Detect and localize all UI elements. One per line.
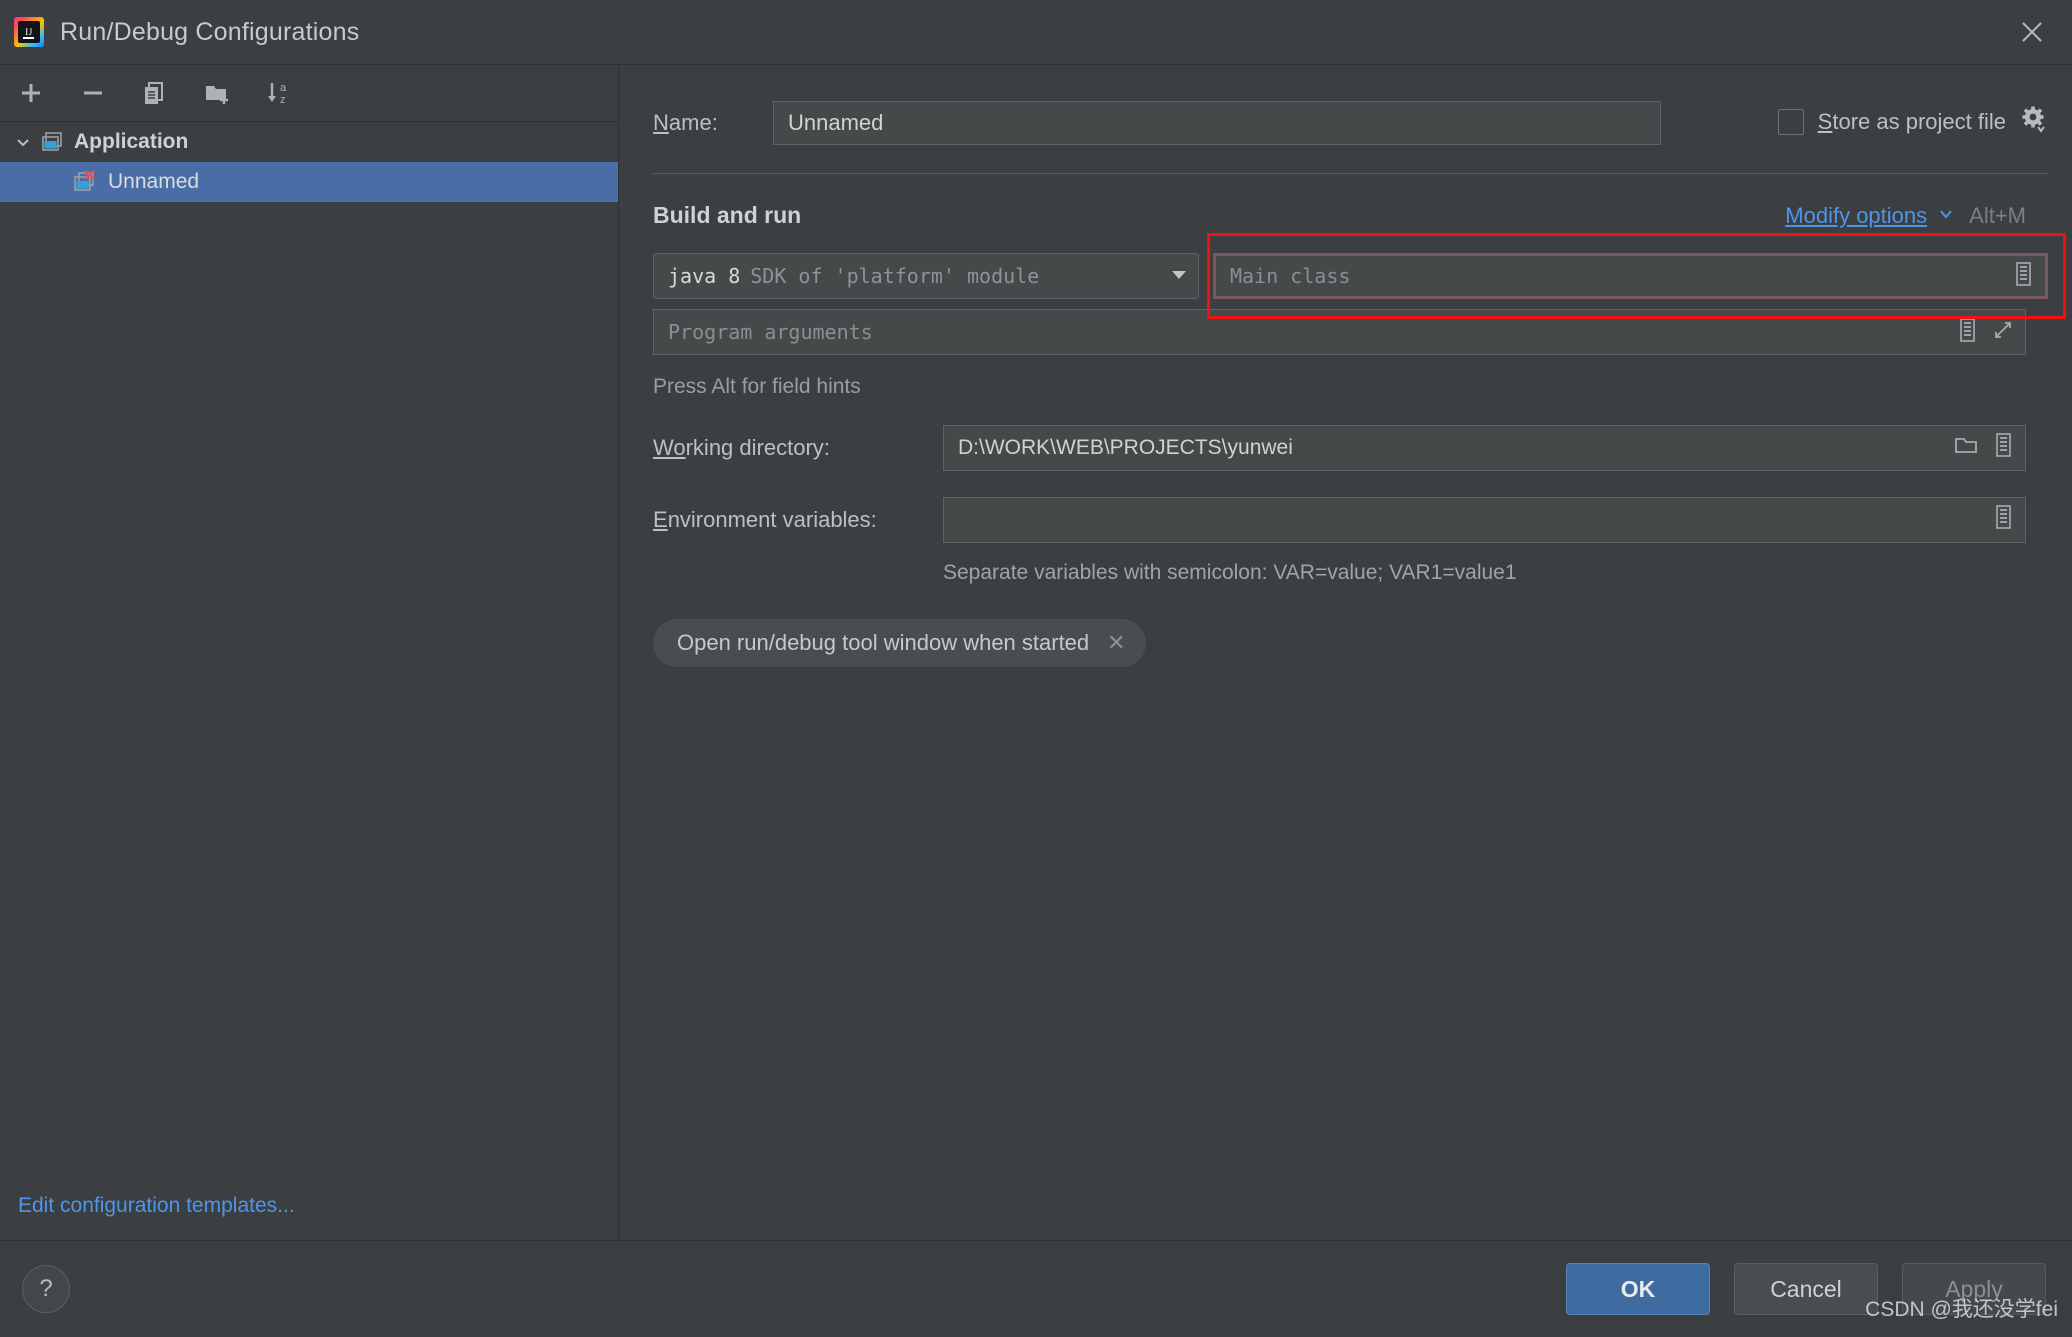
environment-variables-row: Environment variables: [653,497,2026,543]
minus-icon[interactable] [76,76,110,110]
environment-variables-input[interactable] [943,497,2026,543]
modify-options-shortcut: Alt+M [1969,202,2026,228]
ok-button[interactable]: OK [1566,1263,1710,1315]
program-arguments-input[interactable]: Program arguments [653,309,2026,355]
store-as-project-file-label[interactable]: Store as project file [1818,109,2006,135]
dialog-title: Run/Debug Configurations [60,17,360,46]
svg-text:z: z [280,94,286,106]
close-icon[interactable] [2006,6,2058,58]
svg-text:a: a [280,82,287,94]
modify-options-link[interactable]: Modify options [1785,203,1955,229]
section-title: Build and run [653,202,802,228]
cancel-button[interactable]: Cancel [1734,1263,1878,1315]
configuration-error-icon [72,169,98,195]
copy-icon[interactable] [138,76,172,110]
working-directory-row: Working directory: D:\WORK\WEB\PROJECTS\… [653,425,2026,471]
configurations-tree: Application Unnamed [0,122,618,202]
chevron-down-icon[interactable] [10,129,36,155]
field-hint-text: Press Alt for field hints [653,375,861,398]
environment-variables-hint: Separate variables with semicolon: VAR=v… [943,561,1517,584]
working-directory-input[interactable]: D:\WORK\WEB\PROJECTS\yunwei [943,425,2026,471]
form-divider [653,173,2048,174]
folder-icon[interactable] [1953,433,1979,463]
plus-icon[interactable] [14,76,48,110]
title-bar: IJ Run/Debug Configurations [0,0,2072,65]
working-directory-value: D:\WORK\WEB\PROJECTS\yunwei [958,436,1293,459]
dialog-body: a z Application Unnamed Edit configurati… [0,65,2072,1241]
list-icon[interactable] [1991,504,2015,536]
build-and-run-header: Build and run Modify options Alt+M [653,202,2048,229]
help-button[interactable]: ? [22,1265,70,1313]
tree-item-label: Unnamed [108,170,200,193]
apply-button[interactable]: Apply [1902,1263,2046,1315]
main-class-input[interactable]: Main class [1213,253,2048,299]
sdk-combo-sub: SDK of 'platform' module [750,264,1040,288]
program-arguments-row: Program arguments [653,309,2026,355]
list-icon[interactable] [1955,317,1979,348]
configuration-form: Name: Unnamed Store as project file Buil… [619,65,2072,1240]
tree-group-application[interactable]: Application [0,122,618,162]
dialog-footer: ? OK Cancel Apply CSDN @我还没学fei [0,1241,2072,1337]
gear-dropdown-icon[interactable] [2020,105,2048,139]
run-debug-configurations-dialog: IJ Run/Debug Configurations a z Applicat… [0,0,2072,1337]
chevron-down-icon [1168,263,1190,290]
configurations-toolbar: a z [0,65,618,122]
expand-icon[interactable] [1991,318,2015,347]
main-class-placeholder: Main class [1230,264,1351,288]
sdk-combo[interactable]: java 8 SDK of 'platform' module [653,253,1199,299]
main-class-wrapper: Main class [1207,233,2066,319]
program-arguments-placeholder: Program arguments [668,320,873,344]
sort-az-icon[interactable]: a z [262,76,296,110]
store-as-project-file-checkbox[interactable] [1777,109,1804,135]
tree-item-unnamed[interactable]: Unnamed [0,162,618,202]
folder-add-icon[interactable] [200,76,234,110]
sdk-combo-main: java 8 [668,264,741,288]
chevron-down-icon [1937,203,1955,229]
open-tool-window-chip[interactable]: Open run/debug tool window when started … [653,619,1146,667]
name-input[interactable]: Unnamed [773,101,1661,145]
edit-configuration-templates-link[interactable]: Edit configuration templates... [18,1194,295,1218]
tree-group-label: Application [74,130,189,153]
list-icon[interactable] [1991,432,2015,464]
name-input-value: Unnamed [788,110,884,135]
open-tool-window-chip-label: Open run/debug tool window when started [677,630,1090,655]
chip-close-icon[interactable]: ✕ [1107,630,1125,656]
intellij-idea-logo-icon: IJ [14,17,44,47]
sdk-and-mainclass-row: java 8 SDK of 'platform' module Main cla… [653,233,2066,319]
list-icon[interactable] [2011,261,2035,292]
environment-variables-label: Environment variables: [653,507,877,532]
application-window-icon [40,130,64,154]
store-as-project-file-row: Store as project file [1777,105,2048,139]
modify-options-label: Modify options [1785,202,1928,228]
name-label: Name: [653,110,718,135]
configurations-panel: a z Application Unnamed Edit configurati… [0,65,619,1240]
working-directory-label: Working directory: [653,435,830,460]
